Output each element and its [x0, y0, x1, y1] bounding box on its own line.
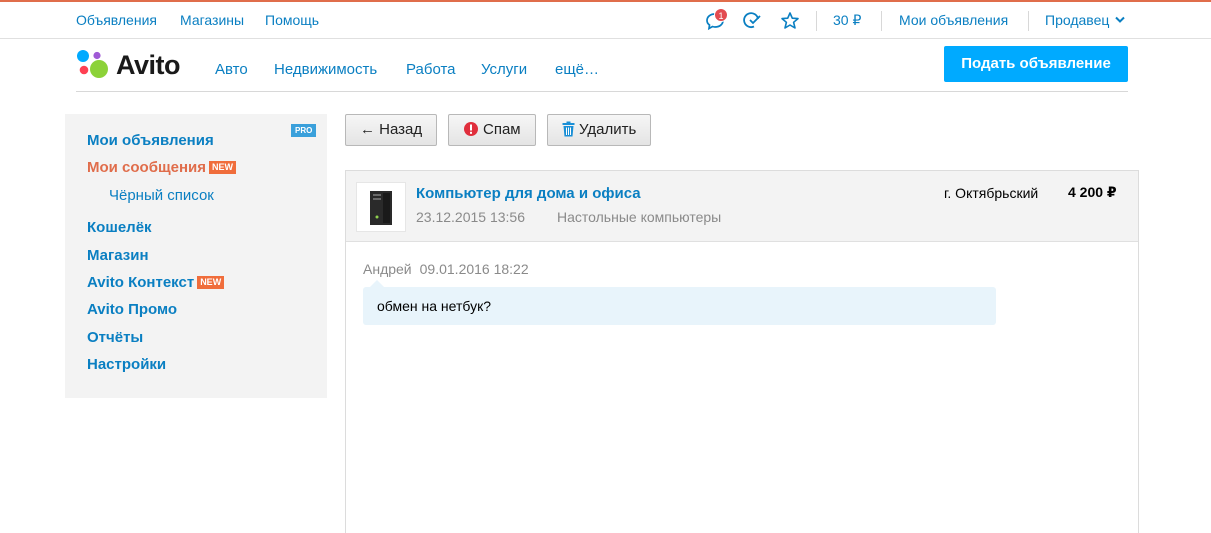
- main-header: Avito Авто Недвижимость Работа Услуги ещ…: [76, 40, 1128, 92]
- nav-jobs[interactable]: Работа: [406, 61, 456, 78]
- ad-city: г. Октябрьский: [944, 185, 1039, 201]
- topbar-divider: [881, 11, 882, 31]
- sidebar-item-label: Avito Контекст: [87, 274, 195, 291]
- nav-services[interactable]: Услуги: [481, 61, 527, 78]
- message-bubble: обмен на нетбук?: [363, 287, 996, 325]
- ad-summary: Компьютер для дома и офиса 23.12.2015 13…: [346, 171, 1138, 242]
- ad-category: Настольные компьютеры: [557, 209, 722, 225]
- trash-icon: [562, 121, 575, 137]
- top-bar: Объявления Магазины Помощь 1 30 ₽ Мои об…: [0, 0, 1211, 39]
- sidebar-item-wallet[interactable]: Кошелёк: [87, 219, 152, 236]
- ad-price: 4 200 ₽: [1068, 184, 1117, 200]
- computer-tower-icon: [370, 191, 392, 225]
- sidebar-item-messages[interactable]: Мои сообщения NEW: [87, 159, 237, 176]
- user-menu-label: Продавец: [1045, 12, 1110, 28]
- user-menu[interactable]: Продавец: [1045, 12, 1125, 28]
- sidebar-item-label: Кошелёк: [87, 219, 152, 236]
- search-check-icon[interactable]: [742, 11, 762, 31]
- nav-more[interactable]: ещё…: [555, 61, 599, 78]
- sidebar-item-label: Чёрный список: [109, 187, 214, 204]
- account-sidebar: PRO Мои объявления Мои сообщения NEW Чёрн…: [65, 114, 327, 398]
- ad-thumbnail[interactable]: [356, 182, 406, 232]
- sidebar-item-context[interactable]: Avito Контекст NEW: [87, 274, 225, 291]
- avito-logo-icon[interactable]: [76, 48, 112, 82]
- new-badge: NEW: [197, 276, 225, 289]
- topbar-link-shops[interactable]: Магазины: [180, 12, 244, 28]
- delete-button[interactable]: Удалить: [547, 114, 652, 146]
- message-date: 09.01.2016 18:22: [419, 261, 529, 277]
- post-ad-button[interactable]: Подать объявление: [944, 46, 1128, 82]
- sidebar-item-shop[interactable]: Магазин: [87, 247, 149, 264]
- ad-date: 23.12.2015 13:56: [416, 209, 525, 225]
- delete-label: Удалить: [579, 121, 637, 138]
- pro-badge: PRO: [291, 124, 317, 137]
- sidebar-item-promo[interactable]: Avito Промо: [87, 301, 177, 318]
- sidebar-item-label: Мои объявления: [87, 132, 214, 149]
- warning-icon: [464, 122, 478, 136]
- my-ads-link[interactable]: Мои объявления: [899, 12, 1008, 28]
- notification-badge: 1: [714, 8, 728, 22]
- favorites-star-icon[interactable]: [780, 11, 800, 31]
- new-badge: NEW: [209, 161, 237, 174]
- sidebar-item-label: Магазин: [87, 247, 149, 264]
- back-button[interactable]: ← Назад: [345, 114, 438, 146]
- spam-button[interactable]: Спам: [448, 114, 536, 146]
- message-thread: Компьютер для дома и офиса 23.12.2015 13…: [345, 170, 1139, 533]
- topbar-link-ads[interactable]: Объявления: [76, 12, 157, 28]
- sidebar-item-label: Отчёты: [87, 329, 144, 346]
- nav-realty[interactable]: Недвижимость: [274, 61, 377, 78]
- topbar-divider: [816, 11, 817, 31]
- sidebar-item-label: Avito Промо: [87, 301, 178, 318]
- topbar-link-help[interactable]: Помощь: [265, 12, 319, 28]
- avito-logo-text[interactable]: Avito: [116, 50, 181, 81]
- sidebar-item-blacklist[interactable]: Чёрный список: [109, 187, 214, 204]
- sidebar-item-my-ads[interactable]: Мои объявления: [87, 132, 214, 149]
- spam-label: Спам: [483, 121, 521, 138]
- sidebar-item-label: Мои сообщения: [87, 159, 207, 176]
- sidebar-item-settings[interactable]: Настройки: [87, 356, 166, 373]
- sidebar-item-label: Настройки: [87, 356, 167, 373]
- message-author: Андрей: [363, 261, 412, 277]
- sidebar-item-reports[interactable]: Отчёты: [87, 329, 143, 346]
- topbar-divider: [1028, 11, 1029, 31]
- message-meta: Андрей 09.01.2016 18:22: [363, 261, 529, 277]
- nav-auto[interactable]: Авто: [215, 61, 248, 78]
- chevron-down-icon: [1115, 16, 1125, 23]
- bubble-tail: [370, 280, 384, 287]
- wallet-balance[interactable]: 30 ₽: [833, 12, 861, 29]
- ad-title-link[interactable]: Компьютер для дома и офиса: [416, 185, 641, 202]
